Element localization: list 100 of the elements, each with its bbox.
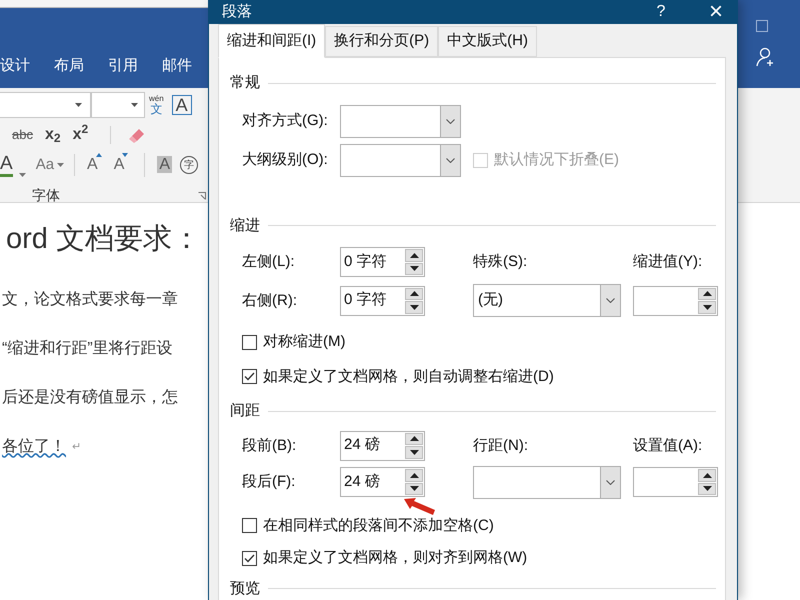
chevron-down-icon <box>606 480 615 484</box>
down-triangle-icon <box>410 266 418 272</box>
shrink-font-button[interactable]: A <box>114 153 128 177</box>
field-label: 缩进值(Y): <box>633 253 702 270</box>
dialog-launcher-icon <box>198 192 206 200</box>
dialog-tab[interactable]: 缩进和间距(I) <box>218 24 326 58</box>
right-indent-spinner[interactable]: 0 字符 <box>340 286 425 316</box>
up-triangle-icon <box>410 291 418 296</box>
document-heading: ord 文档要求： <box>5 225 202 254</box>
field-label: 设置值(A): <box>633 436 702 454</box>
dropdown-value: (无) <box>478 290 503 310</box>
checkbox[interactable] <box>242 334 257 350</box>
spinner-value: 0 字符 <box>344 290 387 310</box>
checkbox-label: 对称缩进(M) <box>263 332 346 352</box>
spin-up-button[interactable] <box>698 469 716 482</box>
ribbon-tab[interactable]: 布局 <box>54 54 84 77</box>
field-label: 右侧(R): <box>242 292 297 308</box>
spin-up-button[interactable] <box>405 469 423 482</box>
down-triangle-icon <box>702 486 712 492</box>
paragraph-mark: ↵ <box>72 440 81 455</box>
font-color-button[interactable]: A <box>0 154 26 176</box>
down-triangle-icon <box>410 450 418 455</box>
spinner-value: 24 磅 <box>344 472 380 492</box>
spin-down-button[interactable] <box>698 301 716 314</box>
section-heading: 缩进 <box>230 216 260 236</box>
dialog-title: 段落 <box>222 2 253 22</box>
field-label: 行距(N): <box>473 436 528 454</box>
up-triangle-icon <box>410 436 418 442</box>
down-triangle-icon <box>122 153 128 157</box>
check-icon <box>244 372 255 382</box>
chevron-down-icon <box>606 298 615 303</box>
field-label: 段前(B): <box>242 436 296 454</box>
checkbox[interactable] <box>242 369 257 384</box>
ribbon-tab[interactable]: 设计 <box>0 54 30 77</box>
script-button[interactable]: x$^{2}$ <box>72 123 88 147</box>
change-case-button[interactable]: Aa <box>36 154 76 176</box>
checkbox-label: 默认情况下折叠(E) <box>494 150 619 170</box>
field-label: 大纲级别(O): <box>242 151 328 168</box>
document-text: “缩进和行距”里将行距设 <box>2 341 174 357</box>
caret-icon <box>131 103 138 107</box>
up-triangle-icon <box>410 472 418 478</box>
spin-up-button[interactable] <box>698 288 716 300</box>
dialog-tab[interactable]: 中文版式(H) <box>438 26 537 57</box>
checkbox[interactable] <box>242 518 257 534</box>
field-label: 段后(F): <box>242 473 296 490</box>
left-indent-spinner[interactable]: 0 字符 <box>340 247 425 277</box>
spin-down-button[interactable] <box>405 446 423 458</box>
spin-down-button[interactable] <box>405 482 423 495</box>
down-triangle-icon <box>410 304 418 310</box>
spin-up-button[interactable] <box>405 432 423 445</box>
section-heading: 常规 <box>230 73 260 93</box>
chevron-down-icon <box>446 118 455 124</box>
space-before-spinner[interactable]: 24 磅 <box>340 430 425 460</box>
spinner-value: 24 磅 <box>344 435 380 456</box>
character-border-button[interactable]: A <box>172 95 192 115</box>
special-indent-dropdown[interactable]: (无) <box>473 284 621 317</box>
maximize-icon[interactable] <box>756 20 768 32</box>
up-triangle-icon <box>96 153 102 157</box>
ribbon-tab[interactable]: 引用 <box>108 54 138 77</box>
phonetic-guide-button[interactable]: wén 文 <box>149 95 164 115</box>
close-button[interactable]: × <box>708 0 723 24</box>
spin-down-button[interactable] <box>698 482 716 495</box>
checkbox[interactable] <box>242 550 257 566</box>
space-after-spinner[interactable]: 24 磅 <box>340 467 425 497</box>
checkbox-label: 如果定义了文档网格，则自动调整右缩进(D) <box>263 366 554 386</box>
spinner-value: 0 字符 <box>344 252 387 272</box>
caret-icon <box>18 172 26 176</box>
arrow-annotation <box>404 498 436 516</box>
caret-icon <box>75 103 82 107</box>
dialog-tab[interactable]: 换行和分页(P) <box>325 26 438 57</box>
down-triangle-icon <box>702 304 712 310</box>
document-text: 各位了！ <box>2 439 66 456</box>
section-heading: 间距 <box>230 401 260 421</box>
chevron-down-icon <box>446 158 455 162</box>
spin-down-button[interactable] <box>405 301 423 314</box>
checkbox-label: 在相同样式的段落间不添加空格(C) <box>263 516 494 536</box>
up-triangle-icon <box>702 291 712 296</box>
script-button[interactable]: x$_{2}$ <box>44 123 61 147</box>
document-text: 后还是没有磅值显示，怎 <box>2 390 179 406</box>
ribbon-tab[interactable]: 邮件 <box>162 54 192 77</box>
character-shading-button[interactable]: A <box>144 153 172 177</box>
enclose-character-button[interactable]: 字 <box>180 156 198 174</box>
section-heading: 预览 <box>230 578 260 598</box>
user-plus-icon[interactable] <box>756 47 776 67</box>
field-label: 特殊(S): <box>473 253 528 270</box>
group-label: 字体 <box>32 186 60 205</box>
down-triangle-icon <box>410 486 418 492</box>
up-triangle-icon <box>702 472 712 478</box>
up-triangle-icon <box>410 252 418 258</box>
help-button[interactable]: ? <box>650 0 671 24</box>
document-text: 文，论文格式要求每一章 <box>2 292 179 308</box>
spin-up-button[interactable] <box>405 249 423 262</box>
grow-font-button[interactable]: A <box>87 153 102 177</box>
spin-up-button[interactable] <box>405 288 423 300</box>
caret-icon <box>57 163 64 167</box>
field-label: 对齐方式(G): <box>242 112 328 129</box>
strikethrough-button[interactable]: abc <box>12 125 33 145</box>
spin-down-button[interactable] <box>405 262 423 275</box>
check-icon <box>244 554 255 563</box>
checkbox-label: 如果定义了文档网格，则对齐到网格(W) <box>263 548 528 568</box>
